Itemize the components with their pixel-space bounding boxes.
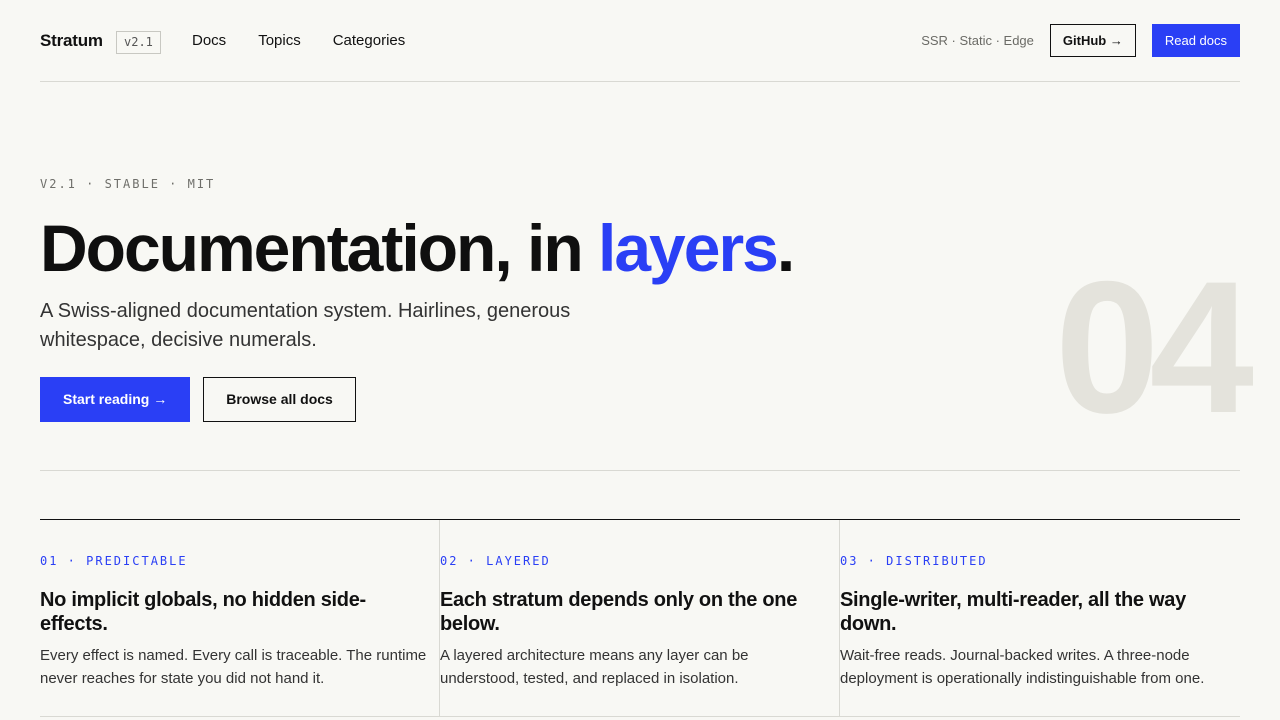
nav-categories[interactable]: Categories (333, 32, 406, 49)
feature-card: 03 · DISTRIBUTED Single-writer, multi-re… (840, 520, 1240, 716)
main-nav: Docs Topics Categories (192, 32, 405, 49)
feature-kicker: 01 · PREDICTABLE (40, 554, 188, 568)
feature-kicker: 02 · LAYERED (440, 554, 551, 568)
hero-divider (40, 470, 1240, 471)
read-docs-button[interactable]: Read docs (1151, 24, 1240, 57)
feature-card: 02 · LAYERED Each stratum depends only o… (440, 520, 840, 716)
hero-title-accent: layers (598, 211, 779, 285)
hero-subtitle: A Swiss-aligned documentation system. Ha… (40, 300, 571, 351)
feature-title: Single-writer, multi-reader, all the way… (840, 589, 1186, 635)
brand-logo[interactable]: Stratum (40, 31, 103, 51)
feature-body: Every effect is named. Every call is tra… (40, 647, 427, 687)
browse-all-docs-button[interactable]: Browse all docs (203, 377, 356, 422)
feature-card: 01 · PREDICTABLE No implicit globals, no… (40, 520, 440, 716)
github-button[interactable]: GitHub → (1049, 24, 1136, 57)
hero-kicker: V2.1 · STABLE · MIT (40, 177, 216, 191)
hero-actions: Start reading → Browse all docs (40, 377, 356, 422)
version-badge: v2.1 (116, 31, 161, 54)
decorative-numeral: 04 (1054, 242, 1254, 452)
hero-title: Documentation, in layers. (40, 208, 795, 288)
feature-kicker: 03 · DISTRIBUTED (840, 554, 988, 568)
features-grid: 01 · PREDICTABLE No implicit globals, no… (40, 519, 1240, 717)
page: Stratum v2.1 Docs Topics Categories SSR … (40, 0, 1254, 720)
hero-title-end: . (776, 211, 795, 285)
start-reading-button[interactable]: Start reading → (40, 377, 191, 422)
feature-body: Wait-free reads. Journal-backed writes. … (840, 647, 1205, 687)
feature-title: No implicit globals, no hidden side-effe… (40, 589, 366, 635)
nav-docs[interactable]: Docs (192, 32, 226, 49)
feature-title: Each stratum depends only on the one bel… (440, 589, 798, 635)
feature-body: A layered architecture means any layer c… (440, 647, 749, 687)
top-header: Stratum v2.1 Docs Topics Categories SSR … (40, 0, 1240, 82)
render-modes-text: SSR · Static · Edge (921, 33, 1034, 48)
nav-topics[interactable]: Topics (258, 32, 301, 49)
hero-title-main: Documentation, in (40, 211, 598, 285)
header-actions: SSR · Static · Edge GitHub → Read docs (921, 24, 1240, 57)
